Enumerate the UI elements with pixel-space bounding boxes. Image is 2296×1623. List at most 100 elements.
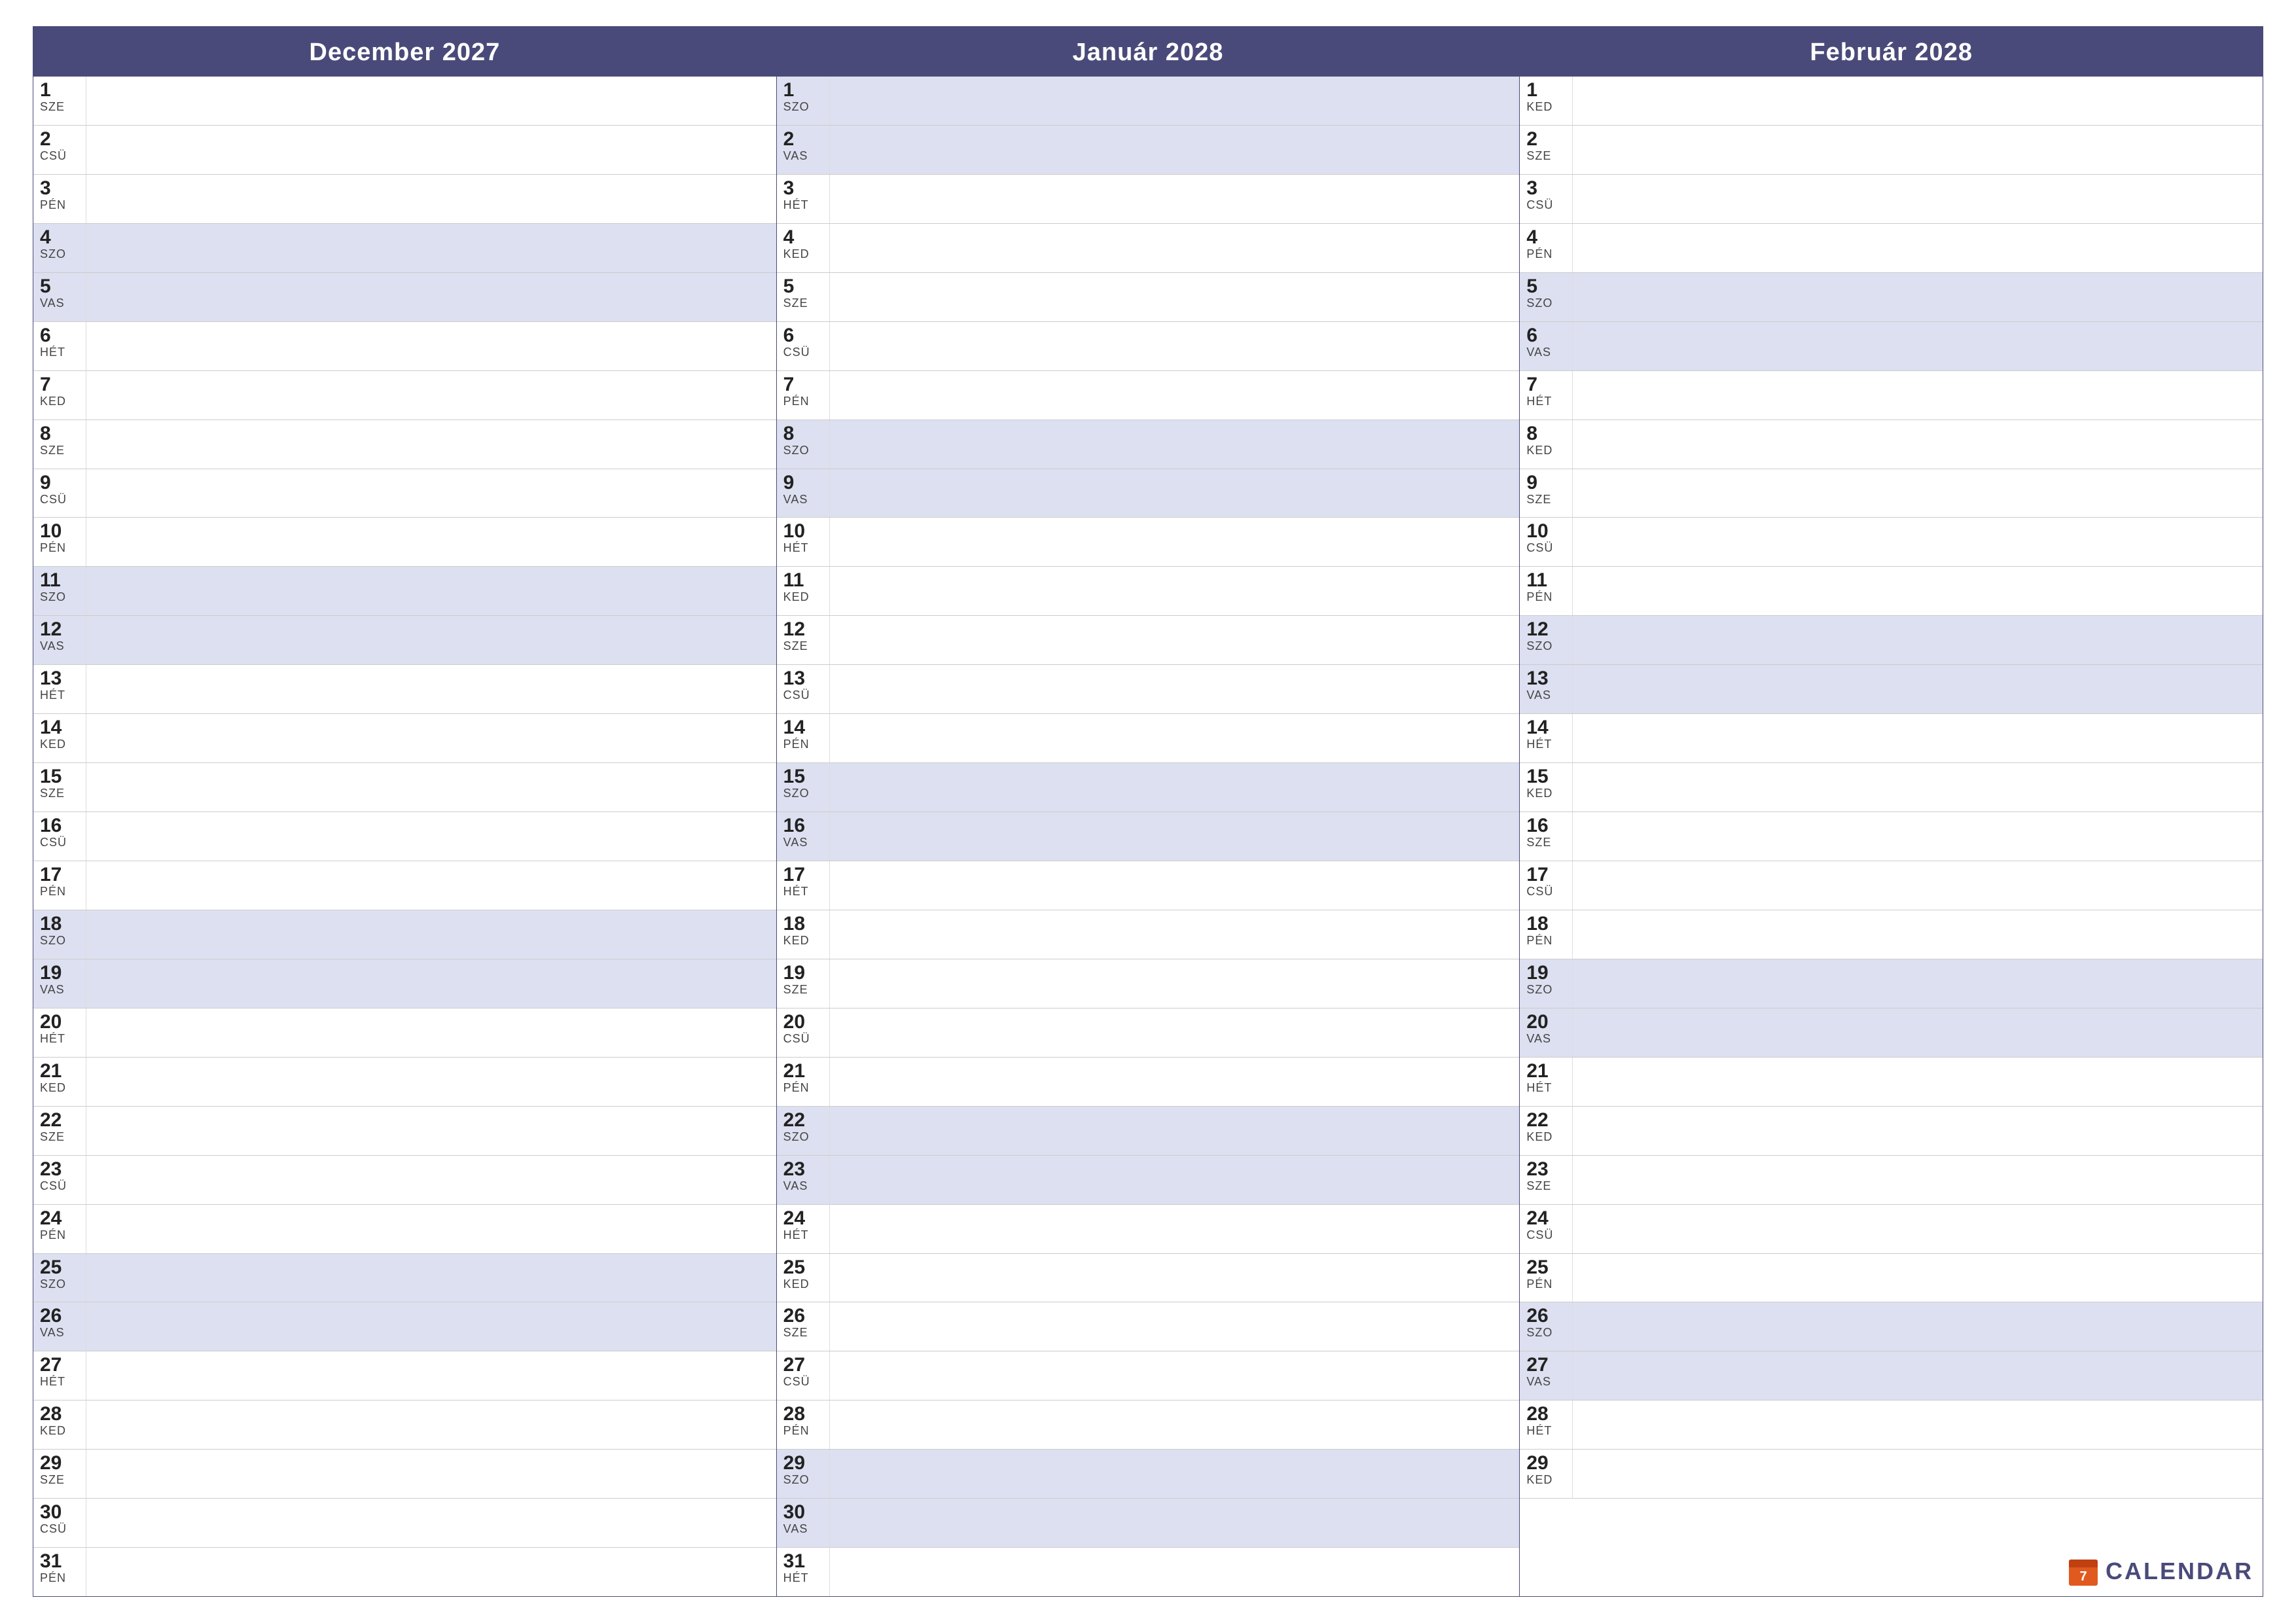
day-row: 19VAS bbox=[33, 959, 776, 1008]
day-row: 4SZO bbox=[33, 224, 776, 273]
day-number: 28 bbox=[40, 1403, 62, 1425]
day-number-block: 27VAS bbox=[1520, 1351, 1572, 1400]
day-number-block: 26SZO bbox=[1520, 1302, 1572, 1351]
day-content bbox=[1572, 616, 2263, 664]
day-name: SZE bbox=[40, 1131, 65, 1144]
day-name: SZO bbox=[1526, 984, 1552, 997]
day-number-block: 19VAS bbox=[33, 959, 86, 1008]
day-name: SZE bbox=[40, 444, 65, 457]
day-name: SZE bbox=[783, 984, 808, 997]
day-number: 26 bbox=[1526, 1305, 1548, 1327]
day-name: VAS bbox=[783, 493, 808, 507]
day-number-block: 24HÉT bbox=[777, 1205, 829, 1253]
day-number-block: 24CSÜ bbox=[1520, 1205, 1572, 1253]
day-content bbox=[1572, 1058, 2263, 1106]
day-name: SZO bbox=[40, 591, 66, 604]
day-row: 15SZO bbox=[777, 763, 1520, 812]
day-name: VAS bbox=[1526, 1033, 1551, 1046]
day-row: 30CSÜ bbox=[33, 1499, 776, 1548]
day-row: 27CSÜ bbox=[777, 1351, 1520, 1400]
day-number: 6 bbox=[783, 325, 795, 346]
day-name: PÉN bbox=[783, 1425, 810, 1438]
day-content bbox=[829, 1254, 1520, 1302]
day-content bbox=[1572, 1351, 2263, 1400]
day-number: 2 bbox=[783, 128, 795, 150]
day-name: HÉT bbox=[40, 1376, 65, 1389]
day-number-block: 27CSÜ bbox=[777, 1351, 829, 1400]
day-name: KED bbox=[40, 395, 66, 408]
day-name: HÉT bbox=[1526, 395, 1552, 408]
day-row: 6HÉT bbox=[33, 322, 776, 371]
day-number-block: 25KED bbox=[777, 1254, 829, 1302]
day-name: VAS bbox=[1526, 689, 1551, 702]
day-number-block: 25PÉN bbox=[1520, 1254, 1572, 1302]
day-name: VAS bbox=[783, 836, 808, 849]
day-number-block: 24PÉN bbox=[33, 1205, 86, 1253]
day-number-block: 27HÉT bbox=[33, 1351, 86, 1400]
day-number: 14 bbox=[783, 717, 805, 738]
day-number-block: 22SZE bbox=[33, 1107, 86, 1155]
day-number-block: 29SZO bbox=[777, 1450, 829, 1498]
day-name: KED bbox=[783, 591, 810, 604]
day-content bbox=[86, 1156, 776, 1204]
day-name: SZO bbox=[783, 444, 810, 457]
calendar-grid: December 20271SZE2CSÜ3PÉN4SZO5VAS6HÉT7KE… bbox=[33, 26, 2263, 1597]
day-number-block: 10PÉN bbox=[33, 518, 86, 566]
day-row: 11SZO bbox=[33, 567, 776, 616]
day-number: 29 bbox=[1526, 1452, 1548, 1474]
day-row: 31HÉT bbox=[777, 1548, 1520, 1596]
day-name: HÉT bbox=[40, 346, 65, 359]
day-number: 4 bbox=[40, 226, 51, 248]
month-col-1: Január 20281SZO2VAS3HÉT4KED5SZE6CSÜ7PÉN8… bbox=[777, 27, 1520, 1596]
day-number: 21 bbox=[40, 1060, 62, 1082]
day-content bbox=[86, 861, 776, 910]
day-row: 27VAS bbox=[1520, 1351, 2263, 1400]
day-number-block: 28PÉN bbox=[777, 1400, 829, 1449]
day-number: 22 bbox=[1526, 1109, 1548, 1131]
day-name: VAS bbox=[1526, 1376, 1551, 1389]
day-number-block: 29SZE bbox=[33, 1450, 86, 1498]
day-number: 14 bbox=[1526, 717, 1548, 738]
day-name: VAS bbox=[40, 1327, 65, 1340]
day-content bbox=[829, 1156, 1520, 1204]
day-number: 29 bbox=[40, 1452, 62, 1474]
day-content bbox=[86, 1205, 776, 1253]
day-number: 28 bbox=[783, 1403, 805, 1425]
day-number-block: 8KED bbox=[1520, 420, 1572, 469]
day-content bbox=[86, 1107, 776, 1155]
day-number: 19 bbox=[1526, 962, 1548, 984]
day-number-block: 12SZE bbox=[777, 616, 829, 664]
day-name: KED bbox=[1526, 787, 1552, 800]
day-content bbox=[829, 812, 1520, 861]
day-number-block: 2VAS bbox=[777, 126, 829, 174]
day-row: 14KED bbox=[33, 714, 776, 763]
day-number: 31 bbox=[783, 1550, 805, 1572]
day-name: KED bbox=[783, 248, 810, 261]
day-row: 1KED bbox=[1520, 77, 2263, 126]
day-number: 12 bbox=[783, 618, 805, 640]
day-content bbox=[86, 567, 776, 615]
day-number-block: 17HÉT bbox=[777, 861, 829, 910]
day-number-block: 9CSÜ bbox=[33, 469, 86, 518]
day-number: 16 bbox=[40, 815, 62, 836]
day-number: 15 bbox=[40, 766, 62, 787]
day-row: 29SZE bbox=[33, 1450, 776, 1499]
day-name: CSÜ bbox=[1526, 542, 1553, 555]
day-content bbox=[86, 273, 776, 321]
day-row: 13VAS bbox=[1520, 665, 2263, 714]
day-number-block: 20CSÜ bbox=[777, 1008, 829, 1057]
day-number-block: 13CSÜ bbox=[777, 665, 829, 713]
day-number: 21 bbox=[1526, 1060, 1548, 1082]
day-content bbox=[1572, 126, 2263, 174]
day-number: 26 bbox=[783, 1305, 805, 1327]
day-number: 25 bbox=[783, 1257, 805, 1278]
day-content bbox=[829, 1205, 1520, 1253]
day-number: 15 bbox=[1526, 766, 1548, 787]
day-row: 12VAS bbox=[33, 616, 776, 665]
day-row: 27HÉT bbox=[33, 1351, 776, 1400]
day-row: 26VAS bbox=[33, 1302, 776, 1351]
day-name: KED bbox=[1526, 1474, 1552, 1487]
day-row: 17CSÜ bbox=[1520, 861, 2263, 910]
day-content bbox=[829, 1499, 1520, 1547]
day-number-block: 12SZO bbox=[1520, 616, 1572, 664]
